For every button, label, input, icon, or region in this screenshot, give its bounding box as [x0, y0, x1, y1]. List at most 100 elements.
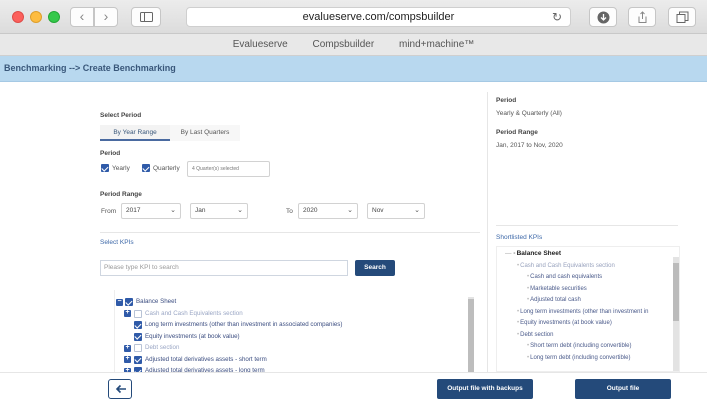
minimize-window-button[interactable] — [30, 11, 42, 23]
chevron-left-icon: ‹ — [79, 8, 85, 24]
shortlisted-kpis-label: Shortlisted KPIs — [496, 234, 543, 241]
sidebar-toggle-button[interactable] — [131, 7, 161, 27]
summary-panel: Period Yearly & Quarterly (All) Period R… — [487, 92, 682, 372]
browser-forward-button[interactable]: › — [94, 7, 118, 27]
shortlist-item: •Short term debt (including convertible) — [527, 341, 632, 351]
shortlist-item: •Long term investments (other than inves… — [517, 307, 649, 317]
to-label: To — [286, 208, 293, 215]
chevron-right-icon: › — [103, 8, 109, 24]
tabs-icon — [676, 11, 689, 23]
scrollbar-thumb[interactable] — [673, 263, 679, 321]
kpi-checkbox[interactable] — [134, 355, 142, 364]
quarterly-checkbox[interactable] — [142, 164, 150, 172]
collapse-icon[interactable]: − — [116, 298, 123, 306]
footer-bar: Output file with backups Output file — [0, 372, 707, 404]
shortlist-item: •Debt section — [517, 330, 553, 340]
period-label: Period — [100, 150, 121, 157]
shortlist-item-label: Cash and cash equivalents — [530, 274, 603, 280]
expand-icon[interactable]: + — [124, 309, 131, 317]
from-month-value: Jan — [195, 207, 206, 214]
section-divider — [496, 225, 678, 226]
sidebar-icon — [140, 12, 153, 22]
tree-connector-icon: • — [527, 274, 530, 280]
tree-connector-icon: • — [517, 308, 520, 315]
expand-icon[interactable]: + — [124, 355, 131, 363]
bookmark-link[interactable]: Evalueserve — [233, 39, 288, 50]
kpi-tree-item[interactable]: Cash and Cash Equivalents section — [145, 309, 243, 319]
shortlist-scrollbar[interactable] — [673, 257, 679, 371]
summary-range-label: Period Range — [496, 129, 538, 136]
shortlist-item-label: Long term debt (including convertible) — [530, 354, 631, 361]
shortlist-item: •Equity investments (at book value) — [517, 318, 612, 328]
kpi-checkbox[interactable] — [134, 332, 142, 341]
close-window-button[interactable] — [12, 11, 24, 23]
breadcrumb: Benchmarking --> Create Benchmarking — [4, 63, 176, 73]
zoom-window-button[interactable] — [48, 11, 60, 23]
chevron-down-icon: ⌄ — [170, 207, 176, 214]
browser-titlebar: ‹ › evalueserve.com/compsbuilder ↻ — [0, 0, 707, 34]
quarterly-label: Quarterly — [153, 165, 180, 172]
scrollbar-thumb[interactable] — [468, 299, 474, 372]
tab-by-year-range[interactable]: By Year Range — [100, 125, 170, 141]
kpi-tree-scrollbar[interactable] — [468, 297, 474, 372]
tree-connector-icon: • — [527, 297, 530, 303]
select-period-label: Select Period — [100, 112, 142, 119]
kpi-tree-item[interactable]: Balance Sheet — [136, 297, 176, 307]
shortlist-item-label: Marketable securities — [530, 285, 587, 292]
reload-icon[interactable]: ↻ — [552, 11, 562, 23]
kpi-tree-item[interactable]: Equity investments (at book value) — [145, 332, 240, 342]
tree-connector-icon: • — [527, 285, 530, 292]
arrow-left-icon — [115, 384, 126, 394]
kpi-tree-item[interactable]: Long term investments (other than invest… — [145, 320, 342, 330]
kpi-checkbox[interactable] — [134, 309, 142, 318]
back-button[interactable] — [108, 379, 132, 399]
summary-period-value: Yearly & Quarterly (All) — [496, 110, 562, 117]
summary-range-value: Jan, 2017 to Nov, 2020 — [496, 142, 563, 149]
to-month-select[interactable]: Nov ⌄ — [367, 203, 425, 219]
to-year-select[interactable]: 2020 ⌄ — [298, 203, 358, 219]
shortlist-item: •Long term debt (including convertible) — [527, 353, 631, 363]
tab-by-last-quarters[interactable]: By Last Quarters — [170, 125, 240, 141]
bookmark-link[interactable]: mind+machine™ — [399, 39, 474, 50]
quarter-selector[interactable]: 4 Quarter(s) selected — [187, 161, 270, 177]
yearly-checkbox[interactable] — [101, 164, 109, 172]
kpi-search-input[interactable]: Please type KPI to search — [100, 260, 348, 276]
share-button[interactable] — [628, 7, 656, 27]
from-year-select[interactable]: 2017 ⌄ — [121, 203, 181, 219]
kpi-checkbox[interactable] — [134, 321, 142, 329]
benchmark-form: Select Period By Year Range By Last Quar… — [94, 92, 486, 375]
shortlist-item: •Cash and cash equivalents — [527, 272, 602, 282]
summary-period-label: Period — [496, 97, 517, 104]
tabs-overview-button[interactable] — [668, 7, 696, 27]
bookmark-link[interactable]: Compsbuilder — [313, 39, 375, 50]
tree-connector-icon: • — [517, 262, 520, 269]
from-year-value: 2017 — [126, 207, 141, 214]
main-content: Select Period By Year Range By Last Quar… — [0, 82, 707, 375]
yearly-label: Yearly — [112, 165, 130, 172]
kpi-tree-item[interactable]: Debt section — [145, 343, 179, 353]
browser-back-button[interactable]: ‹ — [70, 7, 94, 27]
to-year-value: 2020 — [303, 207, 318, 214]
page-header: Benchmarking --> Create Benchmarking — [0, 56, 707, 82]
shortlist-item-label: Debt section — [520, 331, 554, 338]
select-kpis-label: Select KPIs — [100, 239, 134, 246]
output-file-with-backups-button[interactable]: Output file with backups — [437, 379, 533, 399]
from-month-select[interactable]: Jan ⌄ — [190, 203, 248, 219]
tree-connector-icon: • — [517, 320, 520, 326]
to-month-value: Nov — [372, 207, 384, 214]
shortlist-item-label: Long term investments (other than invest… — [520, 308, 649, 315]
kpi-checkbox[interactable] — [134, 344, 142, 352]
shortlist-item: •Cash and Cash Equivalents section — [517, 261, 615, 271]
search-button[interactable]: Search — [355, 260, 395, 276]
downloads-button[interactable] — [589, 7, 617, 27]
address-bar[interactable]: evalueserve.com/compsbuilder ↻ — [186, 7, 571, 27]
kpi-checkbox[interactable] — [125, 298, 133, 306]
chevron-down-icon: ⌄ — [237, 207, 243, 214]
shortlist-item: •Marketable securities — [527, 284, 587, 294]
bookmarks-bar: Evalueserve Compsbuilder mind+machine™ — [0, 34, 707, 56]
kpi-tree-item[interactable]: Adjusted total derivatives assets - shor… — [145, 355, 267, 365]
chevron-down-icon: ⌄ — [347, 207, 353, 214]
shortlist-item-label: Balance Sheet — [516, 250, 562, 257]
expand-icon[interactable]: + — [124, 344, 131, 352]
output-file-button[interactable]: Output file — [575, 379, 671, 399]
